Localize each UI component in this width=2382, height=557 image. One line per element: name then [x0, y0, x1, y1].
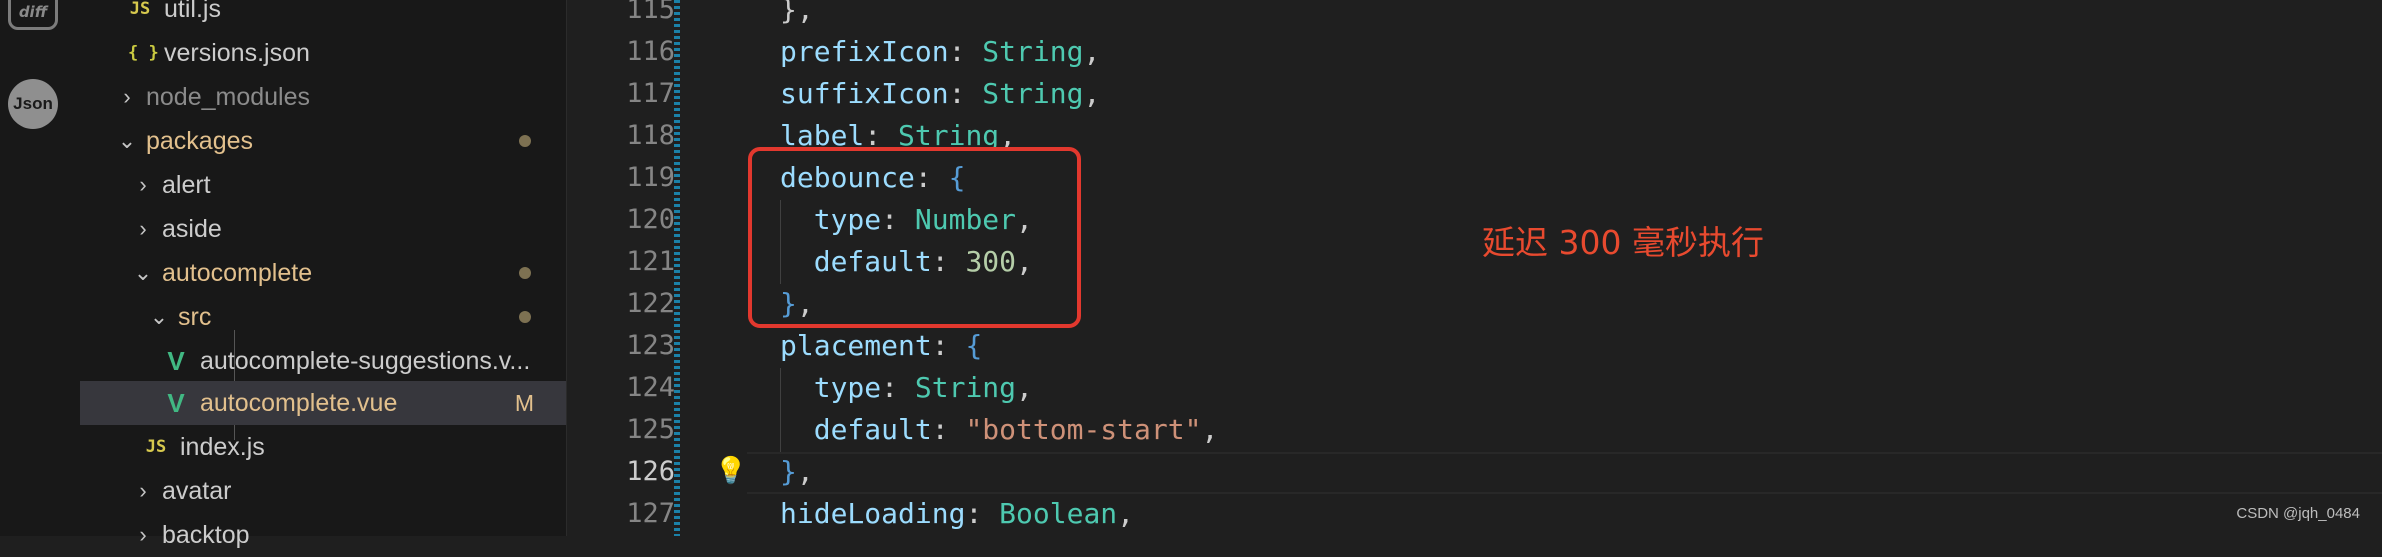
- code-token: ,: [1083, 35, 1101, 68]
- code-line[interactable]: prefixIcon: String,: [780, 31, 1100, 73]
- tree-item-label: aside: [162, 214, 222, 243]
- code-line[interactable]: placement: {: [780, 325, 982, 367]
- code-token: :: [931, 329, 966, 362]
- tree-item-label: index.js: [180, 432, 265, 461]
- code-token: :: [948, 77, 983, 110]
- tree-folder-backtop[interactable]: › backtop: [80, 513, 566, 557]
- vue-icon: V: [167, 345, 185, 376]
- tree-item-index-js[interactable]: JS index.js: [80, 425, 566, 469]
- code-token: {: [965, 329, 983, 362]
- chevron-right-icon: ›: [123, 84, 131, 109]
- tree-folder-autocomplete[interactable]: ⌄ autocomplete: [80, 251, 566, 295]
- tree-item-util-js[interactable]: JS util.js: [80, 0, 566, 31]
- vue-icon: V: [167, 387, 185, 418]
- tree-item-label: util.js: [164, 0, 221, 23]
- json-icon-label: Json: [13, 94, 53, 113]
- code-token: :: [881, 371, 915, 404]
- modified-dot-icon: [519, 135, 531, 147]
- tree-item-label: packages: [146, 126, 254, 155]
- json-icon: { }: [128, 43, 159, 63]
- tree-item-versions-json[interactable]: { } versions.json: [80, 31, 566, 75]
- code-line[interactable]: type: String,: [780, 367, 1033, 409]
- watermark: CSDN @jqh_0484: [2236, 505, 2360, 522]
- tree-folder-src[interactable]: ⌄ src: [80, 295, 566, 339]
- code-token: ,: [1117, 497, 1135, 530]
- tree-item-label: avatar: [162, 476, 232, 505]
- tree-item-label: alert: [162, 170, 211, 199]
- code-token: }: [780, 455, 797, 488]
- code-line[interactable]: default: "bottom-start",: [780, 409, 1219, 451]
- tree-item-label: node_modules: [146, 82, 311, 111]
- code-token: ,: [1016, 371, 1033, 404]
- tree-item-label: autocomplete.vue: [200, 388, 398, 417]
- code-token: :: [948, 35, 983, 68]
- modified-dot-icon: [519, 311, 531, 323]
- code-token: default: [780, 413, 932, 446]
- code-token: ,: [1083, 77, 1101, 110]
- tree-item-autocomplete-suggestions[interactable]: V autocomplete-suggestions.v...: [80, 339, 566, 383]
- code-token: ,: [796, 455, 814, 488]
- code-line[interactable]: suffixIcon: String,: [780, 73, 1100, 115]
- modified-dot-icon: [519, 267, 531, 279]
- tree-item-autocomplete-vue[interactable]: V autocomplete.vue M: [80, 381, 566, 425]
- explorer-panel: JS util.js { } versions.json › node_modu…: [80, 0, 567, 549]
- code-token: Boolean: [999, 497, 1118, 530]
- tree-folder-packages[interactable]: ⌄ packages: [80, 119, 566, 163]
- tree-folder-node-modules[interactable]: › node_modules: [80, 75, 566, 119]
- tree-item-label: src: [178, 302, 212, 331]
- modified-badge: M: [514, 389, 534, 416]
- code-line[interactable]: },: [780, 451, 814, 493]
- js-icon: JS: [129, 0, 151, 19]
- activity-bar: diff Json: [0, 0, 81, 536]
- highlight-box: [748, 147, 1081, 328]
- tree-folder-avatar[interactable]: › avatar: [80, 469, 566, 513]
- diff-icon[interactable]: diff: [8, 0, 58, 30]
- code-token: String: [914, 371, 1017, 404]
- tree-item-label: backtop: [162, 520, 250, 549]
- code-token: suffixIcon: [780, 77, 949, 110]
- js-icon: JS: [145, 437, 167, 457]
- annotation-text: 延迟 300 毫秒执行: [1482, 223, 1764, 262]
- tree-item-label: autocomplete: [162, 258, 313, 287]
- chevron-right-icon: ›: [139, 172, 147, 197]
- tree-item-label: autocomplete-suggestions.v...: [200, 346, 531, 375]
- chevron-right-icon: ›: [139, 522, 147, 547]
- chevron-down-icon: ⌄: [133, 260, 153, 285]
- lightbulb-icon[interactable]: 💡: [715, 453, 747, 489]
- diff-icon-label: diff: [18, 3, 48, 21]
- code-token: :: [965, 497, 1000, 530]
- code-token: :: [931, 413, 966, 446]
- json-icon[interactable]: Json: [8, 79, 58, 129]
- tree-folder-alert[interactable]: › alert: [80, 163, 566, 207]
- chevron-down-icon: ⌄: [149, 304, 169, 329]
- code-token: placement: [780, 329, 932, 362]
- code-token: ,: [1201, 413, 1219, 446]
- chevron-right-icon: ›: [139, 478, 147, 503]
- code-line[interactable]: hideLoading: Boolean,: [780, 493, 1134, 535]
- tree-item-label: versions.json: [164, 38, 310, 67]
- code-token: String: [982, 35, 1084, 68]
- code-token: "bottom-start": [965, 413, 1202, 446]
- code-line[interactable]: },: [780, 0, 814, 31]
- code-token: hideLoading: [780, 497, 966, 530]
- chevron-down-icon: ⌄: [117, 128, 137, 153]
- code-token: },: [780, 0, 814, 26]
- code-token: prefixIcon: [780, 35, 949, 68]
- code-token: type: [780, 371, 882, 404]
- tree-folder-aside[interactable]: › aside: [80, 207, 566, 251]
- chevron-right-icon: ›: [139, 216, 147, 241]
- code-token: String: [982, 77, 1084, 110]
